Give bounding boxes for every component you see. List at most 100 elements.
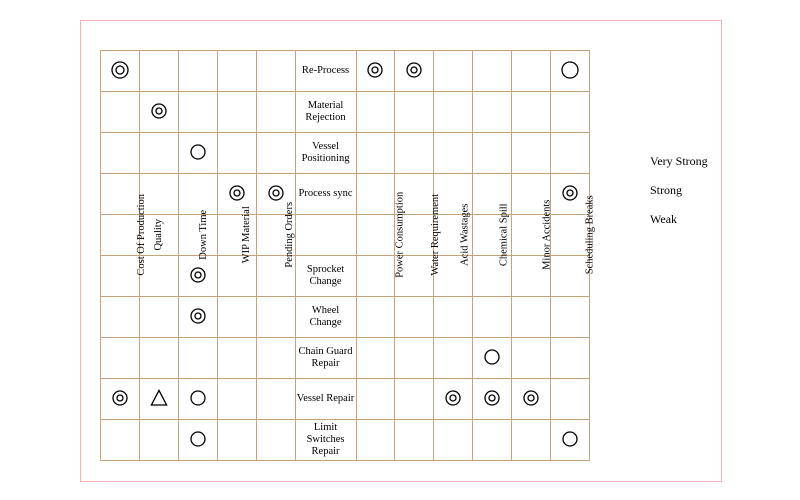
matrix-cell [356,379,395,420]
matrix-cell [512,133,551,174]
strong-icon [189,143,207,161]
matrix-cell: Down Time [178,215,217,256]
matrix-cell [356,297,395,338]
matrix-cell [551,338,590,379]
row-header: Material Rejection [295,92,356,133]
matrix-cell [256,133,295,174]
matrix-cell [139,133,178,174]
row-header: Chain Guard Repair [295,338,356,379]
matrix-cell [512,51,551,92]
strong-icon [561,430,579,448]
matrix-cell [512,92,551,133]
column-header: Chemical Spill [499,204,511,267]
matrix-grid: Re-ProcessMaterial RejectionVessel Posit… [100,50,590,450]
matrix-cell [101,92,140,133]
relationship-matrix: Re-ProcessMaterial RejectionVessel Posit… [100,50,590,461]
column-header: Acid Wastages [460,204,472,266]
matrix-cell: Chemical Spill [473,215,512,256]
matrix-cell [473,338,512,379]
row-header: Limit Switches Repair [295,420,356,461]
matrix-cell [434,420,473,461]
matrix-cell [356,420,395,461]
matrix-cell [178,297,217,338]
matrix-cell [473,379,512,420]
column-header: WIP Material [240,206,252,263]
matrix-cell [551,379,590,420]
matrix-cell [101,174,140,215]
matrix-cell [356,338,395,379]
matrix-cell [217,420,256,461]
very-strong-icon [483,389,501,407]
very-strong-icon [405,61,423,79]
matrix-cell [434,297,473,338]
row-header-blank [295,215,356,256]
column-header: Quality [153,219,165,251]
column-header: Power Consumption [394,192,406,278]
matrix-cell [395,92,434,133]
matrix-cell [551,133,590,174]
very-strong-icon [228,184,246,202]
strong-icon [189,430,207,448]
matrix-cell [434,92,473,133]
matrix-cell [551,420,590,461]
matrix-cell [178,420,217,461]
matrix-cell: WIP Material [217,215,256,256]
matrix-cell [434,338,473,379]
matrix-cell [395,420,434,461]
matrix-cell [178,133,217,174]
matrix-cell [217,92,256,133]
matrix-cell [473,297,512,338]
matrix-cell: Scheduling Breaks [551,215,590,256]
matrix-cell [101,338,140,379]
matrix-cell [551,256,590,297]
matrix-cell [178,51,217,92]
matrix-cell [356,256,395,297]
matrix-cell [434,133,473,174]
column-header: Scheduling Breaks [585,195,597,274]
matrix-cell [139,297,178,338]
matrix-cell [356,174,395,215]
matrix-cell [101,256,140,297]
legend-label: Very Strong [650,154,708,169]
very-strong-icon [267,184,285,202]
matrix-cell [434,51,473,92]
matrix-cell [178,92,217,133]
matrix-cell [551,174,590,215]
very-strong-icon [366,61,384,79]
very-strong-icon [111,389,129,407]
matrix-cell [256,338,295,379]
legend-very-strong: Very Strong [620,154,708,169]
matrix-cell [395,133,434,174]
matrix-cell [395,338,434,379]
column-header: Down Time [198,210,210,260]
matrix-cell [434,379,473,420]
matrix-cell [356,51,395,92]
row-header: Vessel Repair [295,379,356,420]
very-strong-icon [561,184,579,202]
matrix-cell [139,92,178,133]
legend-label: Weak [650,212,677,227]
matrix-cell [178,379,217,420]
matrix-cell [217,297,256,338]
matrix-cell [217,51,256,92]
matrix-cell [551,297,590,338]
matrix-cell [473,133,512,174]
row-header: Wheel Change [295,297,356,338]
very-strong-icon [522,389,540,407]
very-strong-icon [444,389,462,407]
weak-icon [149,388,169,408]
matrix-cell: Cost Of Production [101,215,140,256]
matrix-cell [395,51,434,92]
strong-icon [560,60,580,80]
strong-icon [189,389,207,407]
column-header: Pending Orders [284,202,296,268]
matrix-cell [101,297,140,338]
very-strong-icon [189,307,207,325]
legend-label: Strong [650,183,682,198]
matrix-cell [178,174,217,215]
row-header: Process sync [295,174,356,215]
matrix-cell [395,297,434,338]
matrix-cell [101,133,140,174]
matrix-cell: Power Consumption [356,215,395,256]
canvas: Re-ProcessMaterial RejectionVessel Posit… [0,0,800,500]
